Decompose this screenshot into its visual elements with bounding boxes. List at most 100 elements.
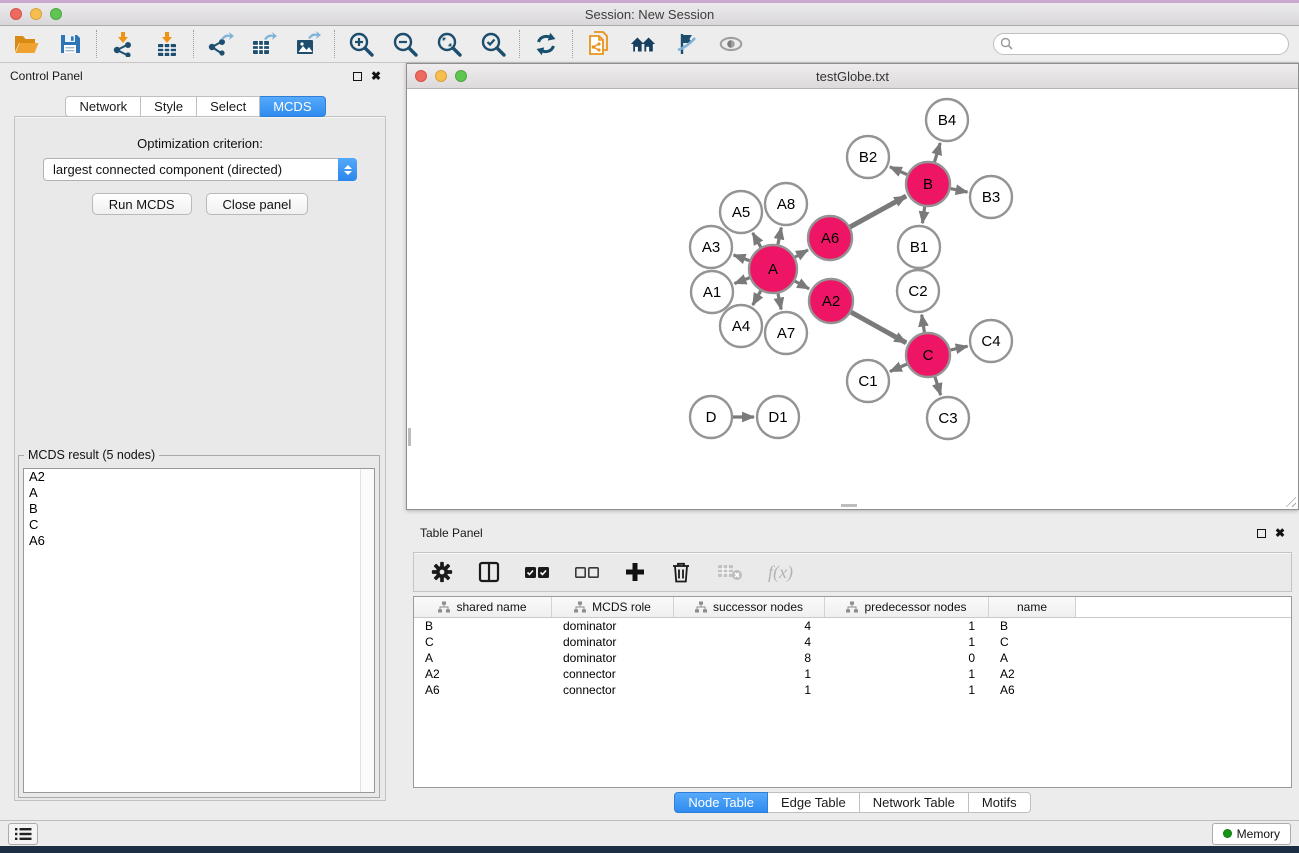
- table-panel-tabs: Node TableEdge TableNetwork TableMotifs: [406, 792, 1299, 813]
- graph-edge-B-B1[interactable]: [922, 207, 924, 223]
- table-row[interactable]: Bdominator41B: [414, 618, 1291, 634]
- function-builder-icon[interactable]: f(x): [768, 562, 793, 583]
- table-body: Bdominator41BCdominator41CAdominator80AA…: [414, 618, 1291, 698]
- network-graph: B4B2BB3A8A5A6A3B1AA1C2A2A4A7C4CC1C3DD1: [407, 89, 1298, 509]
- column-header-predecessor-nodes[interactable]: predecessor nodes: [825, 597, 989, 617]
- table-cell: dominator: [552, 651, 674, 665]
- graph-edge-A2-C[interactable]: [851, 312, 906, 343]
- zoom-in-icon[interactable]: [347, 30, 375, 58]
- graph-edge-B-B4[interactable]: [935, 143, 941, 162]
- close-panel-icon[interactable]: ✖: [371, 70, 381, 82]
- gear-icon[interactable]: [430, 560, 454, 584]
- tab-network-table[interactable]: Network Table: [860, 792, 969, 813]
- flag-icon[interactable]: [673, 30, 701, 58]
- save-icon[interactable]: [56, 30, 84, 58]
- mcds-result-item[interactable]: A6: [24, 533, 374, 549]
- mcds-result-item[interactable]: C: [24, 517, 374, 533]
- import-network-icon[interactable]: [109, 30, 137, 58]
- graph-edge-B-B2[interactable]: [890, 167, 907, 175]
- close-panel-button[interactable]: Close panel: [206, 193, 309, 215]
- split-columns-icon[interactable]: [478, 561, 500, 583]
- graph-node-label: C4: [981, 333, 1000, 350]
- export-image-icon[interactable]: [294, 30, 322, 58]
- column-header-name[interactable]: name: [989, 597, 1076, 617]
- deselect-all-icon[interactable]: [574, 565, 600, 579]
- column-header-mcds-role[interactable]: MCDS role: [552, 597, 674, 617]
- tab-mcds[interactable]: MCDS: [260, 96, 325, 117]
- table-row[interactable]: A6connector11A6: [414, 682, 1291, 698]
- float-table-panel-icon[interactable]: [1257, 529, 1266, 538]
- close-table-panel-icon[interactable]: ✖: [1275, 527, 1285, 539]
- mcds-result-item[interactable]: A: [24, 485, 374, 501]
- export-table-icon[interactable]: [250, 30, 278, 58]
- graph-edge-C-C2[interactable]: [922, 315, 925, 333]
- delete-table-icon[interactable]: [716, 561, 744, 583]
- zoom-selected-icon[interactable]: [479, 30, 507, 58]
- memory-button[interactable]: Memory: [1212, 823, 1291, 845]
- tab-edge-table[interactable]: Edge Table: [768, 792, 860, 813]
- table-toolbar: f(x): [413, 552, 1292, 592]
- table-panel: Table Panel ✖: [406, 520, 1299, 816]
- table-cell: A6: [989, 683, 1076, 697]
- canvas-horizontal-scroll-mark[interactable]: [841, 504, 857, 507]
- add-column-icon[interactable]: [624, 561, 646, 583]
- tab-motifs[interactable]: Motifs: [969, 792, 1031, 813]
- eye-icon[interactable]: [717, 30, 745, 58]
- table-header-row: shared nameMCDS rolesuccessor nodesprede…: [414, 597, 1291, 618]
- table-cell: dominator: [552, 619, 674, 633]
- graph-edge-A-A6[interactable]: [795, 250, 808, 257]
- network-canvas[interactable]: B4B2BB3A8A5A6A3B1AA1C2A2A4A7C4CC1C3DD1: [407, 89, 1298, 509]
- graph-edge-C-C3[interactable]: [935, 377, 941, 395]
- table-cell: 1: [825, 667, 989, 681]
- graph-edge-A-A1[interactable]: [735, 278, 750, 284]
- graph-edge-C-C4[interactable]: [951, 346, 968, 350]
- table-row[interactable]: A2connector11A2: [414, 666, 1291, 682]
- canvas-vertical-scroll-mark[interactable]: [408, 428, 411, 446]
- criterion-select[interactable]: largest connected component (directed): [43, 158, 357, 181]
- graph-edge-A-A5[interactable]: [753, 233, 761, 247]
- delete-icon[interactable]: [670, 560, 692, 584]
- task-history-icon[interactable]: [8, 823, 38, 845]
- graph-edge-A-A8[interactable]: [778, 228, 781, 245]
- column-header-shared-name[interactable]: shared name: [414, 597, 552, 617]
- graph-edge-A-A4[interactable]: [753, 291, 761, 305]
- graph-node-label: B3: [982, 189, 1000, 206]
- zoom-out-icon[interactable]: [391, 30, 419, 58]
- search-input[interactable]: [993, 33, 1289, 55]
- node-table: shared nameMCDS rolesuccessor nodesprede…: [413, 596, 1292, 788]
- export-network-icon[interactable]: [206, 30, 234, 58]
- run-mcds-button[interactable]: Run MCDS: [92, 193, 192, 215]
- graph-edge-C-C1[interactable]: [890, 364, 907, 371]
- table-row[interactable]: Adominator80A: [414, 650, 1291, 666]
- tab-node-table[interactable]: Node Table: [674, 792, 768, 813]
- graph-edge-A-A2[interactable]: [795, 281, 809, 289]
- open-folder-icon[interactable]: [12, 30, 40, 58]
- tab-network[interactable]: Network: [65, 96, 141, 117]
- select-all-icon[interactable]: [524, 565, 550, 579]
- network-window-titlebar: testGlobe.txt: [407, 64, 1298, 89]
- tab-style[interactable]: Style: [141, 96, 197, 117]
- import-table-icon[interactable]: [153, 30, 181, 58]
- zoom-fit-icon[interactable]: [435, 30, 463, 58]
- graph-node-label: A3: [702, 239, 720, 256]
- mcds-result-title: MCDS result (5 nodes): [24, 448, 159, 462]
- mcds-result-item[interactable]: B: [24, 501, 374, 517]
- column-header-successor-nodes[interactable]: successor nodes: [674, 597, 825, 617]
- copy-network-icon[interactable]: [585, 30, 613, 58]
- graph-node-label: A4: [732, 318, 750, 335]
- tab-select[interactable]: Select: [197, 96, 260, 117]
- refresh-icon[interactable]: [532, 30, 560, 58]
- table-cell: C: [989, 635, 1076, 649]
- mcds-result-item[interactable]: A2: [24, 469, 374, 485]
- table-cell: 0: [825, 651, 989, 665]
- graph-edge-A6-B[interactable]: [850, 196, 906, 227]
- optimization-criterion-label: Optimization criterion:: [15, 136, 385, 151]
- graph-edge-A-A7[interactable]: [778, 294, 781, 310]
- table-row[interactable]: Cdominator41C: [414, 634, 1291, 650]
- search-container: [993, 33, 1289, 55]
- graph-edge-B-B3[interactable]: [951, 189, 968, 193]
- graph-edge-A-A3[interactable]: [734, 255, 750, 261]
- float-panel-icon[interactable]: [353, 72, 362, 81]
- home-icon[interactable]: [629, 30, 657, 58]
- scrollbar-track[interactable]: [360, 469, 374, 792]
